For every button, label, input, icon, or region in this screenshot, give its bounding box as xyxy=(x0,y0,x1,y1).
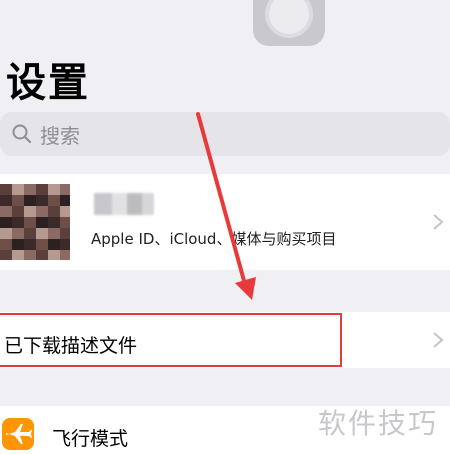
avatar-pixel xyxy=(36,250,48,260)
search-icon xyxy=(12,124,32,144)
highlight-box xyxy=(0,313,342,367)
avatar-pixel xyxy=(12,250,24,260)
apple-id-row[interactable] xyxy=(0,174,450,270)
avatar-pixel xyxy=(0,250,12,260)
assistive-touch-button[interactable] xyxy=(253,0,325,46)
account-name-blurred xyxy=(94,193,154,215)
search-placeholder: 搜索 xyxy=(40,123,80,148)
apple-id-subtitle: Apple ID、iCloud、媒体与购买项目 xyxy=(91,230,337,248)
avatar-pixel xyxy=(48,250,60,260)
airplane-icon xyxy=(2,418,34,450)
avatar-pixel xyxy=(60,250,70,260)
airplane-mode-label: 飞行模式 xyxy=(52,428,129,450)
search-field[interactable]: 搜索 xyxy=(0,112,450,156)
avatar xyxy=(0,184,70,260)
chevron-right-icon xyxy=(433,214,444,230)
chevron-right-icon xyxy=(433,332,444,348)
page-title: 设置 xyxy=(6,60,90,106)
assistive-touch-ring xyxy=(269,0,309,34)
watermark: 软件技巧 xyxy=(318,407,439,440)
avatar-pixel xyxy=(24,250,36,260)
